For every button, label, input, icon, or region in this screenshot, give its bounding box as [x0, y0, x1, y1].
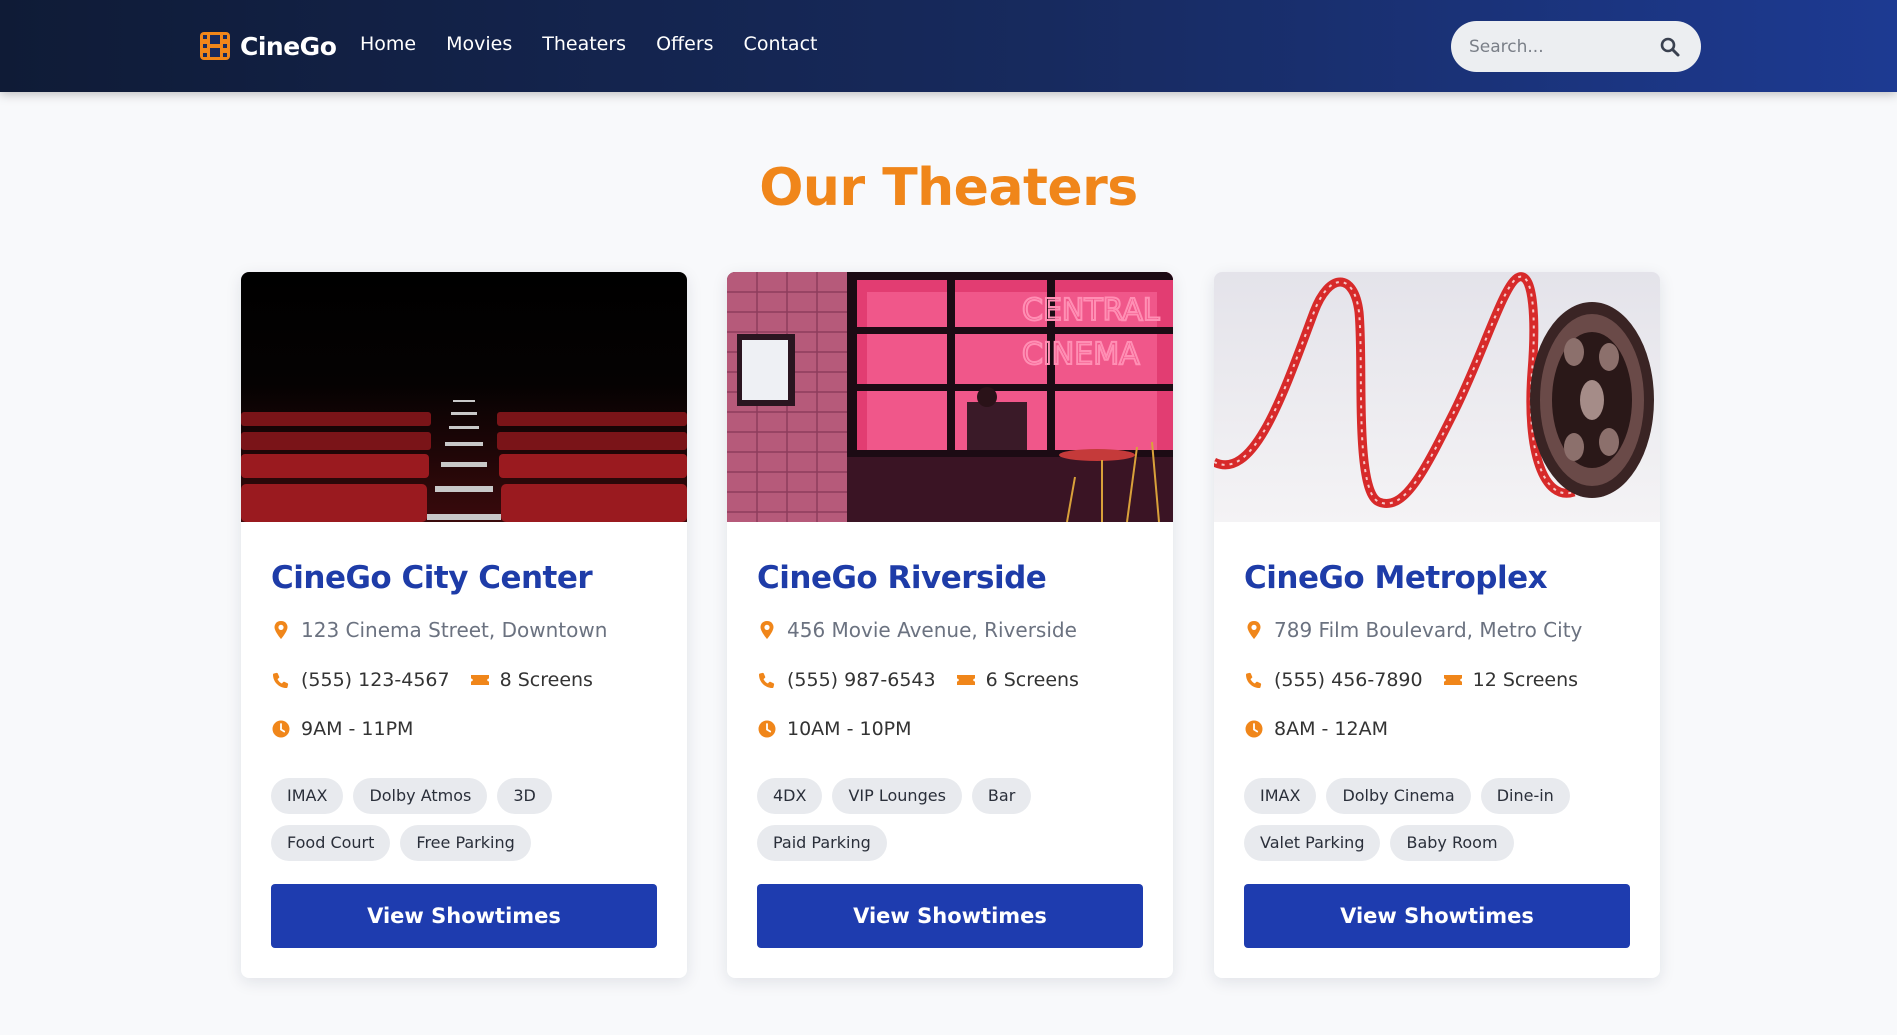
view-showtimes-button[interactable]: View Showtimes — [271, 884, 657, 948]
phone-icon — [271, 670, 291, 690]
theater-name: CineGo City Center — [271, 560, 593, 596]
ticket-icon — [470, 670, 490, 690]
theater-image — [241, 272, 687, 522]
contact-row: (555) 123-4567 8 Screens — [271, 668, 657, 692]
screen-count: 12 Screens — [1472, 669, 1579, 691]
address-row: 456 Movie Avenue, Riverside — [757, 618, 1143, 642]
nav-offers[interactable]: Offers — [656, 33, 713, 55]
amenity-tag: Free Parking — [400, 825, 531, 861]
screen-count: 8 Screens — [499, 669, 593, 691]
theater-name: CineGo Riverside — [757, 560, 1047, 596]
nav-home[interactable]: Home — [360, 33, 416, 55]
neon-sign-text: CENTRAL — [1022, 293, 1160, 328]
hours-row: 10AM - 10PM — [757, 717, 1143, 741]
main-nav: Home Movies Theaters Offers Contact — [360, 33, 847, 55]
nav-theaters[interactable]: Theaters — [542, 33, 626, 55]
theater-image — [1214, 272, 1660, 522]
screens-info: 6 Screens — [956, 669, 1079, 691]
contact-row: (555) 456-7890 12 Screens — [1244, 668, 1630, 692]
neon-sign-text: CINEMA — [1022, 337, 1140, 372]
phone-icon — [1244, 670, 1264, 690]
screen-count: 6 Screens — [985, 669, 1079, 691]
nav-movies[interactable]: Movies — [446, 33, 512, 55]
nav-contact[interactable]: Contact — [744, 33, 818, 55]
card-body: CineGo Metroplex 789 Film Boulevard, Met… — [1244, 522, 1630, 872]
theater-phone: (555) 987-6543 — [787, 669, 936, 691]
brand-name: CineGo — [240, 31, 337, 61]
amenity-tag: Valet Parking — [1244, 825, 1381, 861]
clock-icon — [1244, 719, 1264, 739]
amenity-tag: 4DX — [757, 778, 823, 814]
theater-phone: (555) 123-4567 — [301, 669, 450, 691]
theater-address: 789 Film Boulevard, Metro City — [1274, 618, 1583, 642]
address-row: 123 Cinema Street, Downtown — [271, 618, 657, 642]
amenity-tag: Dolby Cinema — [1326, 778, 1471, 814]
phone-icon — [757, 670, 777, 690]
theater-address: 456 Movie Avenue, Riverside — [787, 618, 1077, 642]
card-body: CineGo City Center 123 Cinema Street, Do… — [271, 522, 657, 872]
hours-row: 8AM - 12AM — [1244, 717, 1630, 741]
search-box — [1451, 21, 1701, 72]
film-icon — [200, 32, 230, 60]
search-icon[interactable] — [1659, 36, 1681, 58]
screens-info: 8 Screens — [470, 669, 593, 691]
theater-image: CENTRAL CINEMA — [727, 272, 1173, 522]
amenity-tag: VIP Lounges — [832, 778, 962, 814]
amenity-tag: Bar — [971, 778, 1032, 814]
theater-card: CENTRAL CINEMA CineGo Riverside 456 Movi… — [727, 272, 1173, 978]
clock-icon — [271, 719, 291, 739]
ticket-icon — [956, 670, 976, 690]
search-input[interactable] — [1469, 36, 1659, 57]
view-showtimes-button[interactable]: View Showtimes — [1244, 884, 1630, 948]
amenity-tags: IMAX Dolby Atmos 3D Food Court Free Park… — [271, 778, 657, 872]
map-pin-icon — [271, 620, 291, 640]
amenity-tag: Dolby Atmos — [353, 778, 488, 814]
top-navbar: CineGo Home Movies Theaters Offers Conta… — [0, 0, 1897, 92]
map-pin-icon — [1244, 620, 1264, 640]
amenity-tag: Baby Room — [1390, 825, 1514, 861]
page-title: Our Theaters — [759, 158, 1138, 218]
amenity-tag: Dine-in — [1480, 778, 1570, 814]
view-showtimes-button[interactable]: View Showtimes — [757, 884, 1143, 948]
card-body: CineGo Riverside 456 Movie Avenue, River… — [757, 522, 1143, 872]
hours-row: 9AM - 11PM — [271, 717, 657, 741]
brand-logo[interactable]: CineGo — [200, 30, 337, 62]
amenity-tags: 4DX VIP Lounges Bar Paid Parking — [757, 778, 1143, 872]
theater-address: 123 Cinema Street, Downtown — [301, 618, 608, 642]
theater-name: CineGo Metroplex — [1244, 560, 1548, 596]
theater-phone: (555) 456-7890 — [1274, 669, 1423, 691]
map-pin-icon — [757, 620, 777, 640]
amenity-tag: 3D — [497, 778, 552, 814]
screens-info: 12 Screens — [1443, 669, 1578, 691]
theater-card: CineGo Metroplex 789 Film Boulevard, Met… — [1214, 272, 1660, 978]
amenity-tags: IMAX Dolby Cinema Dine-in Valet Parking … — [1244, 778, 1630, 872]
theater-hours: 8AM - 12AM — [1274, 718, 1388, 740]
contact-row: (555) 987-6543 6 Screens — [757, 668, 1143, 692]
theater-card: CineGo City Center 123 Cinema Street, Do… — [241, 272, 687, 978]
amenity-tag: Food Court — [271, 825, 391, 861]
clock-icon — [757, 719, 777, 739]
amenity-tag: Paid Parking — [757, 825, 887, 861]
amenity-tag: IMAX — [271, 778, 344, 814]
amenity-tag: IMAX — [1244, 778, 1317, 814]
theater-hours: 9AM - 11PM — [301, 718, 414, 740]
ticket-icon — [1443, 670, 1463, 690]
theater-hours: 10AM - 10PM — [787, 718, 912, 740]
address-row: 789 Film Boulevard, Metro City — [1244, 618, 1630, 642]
